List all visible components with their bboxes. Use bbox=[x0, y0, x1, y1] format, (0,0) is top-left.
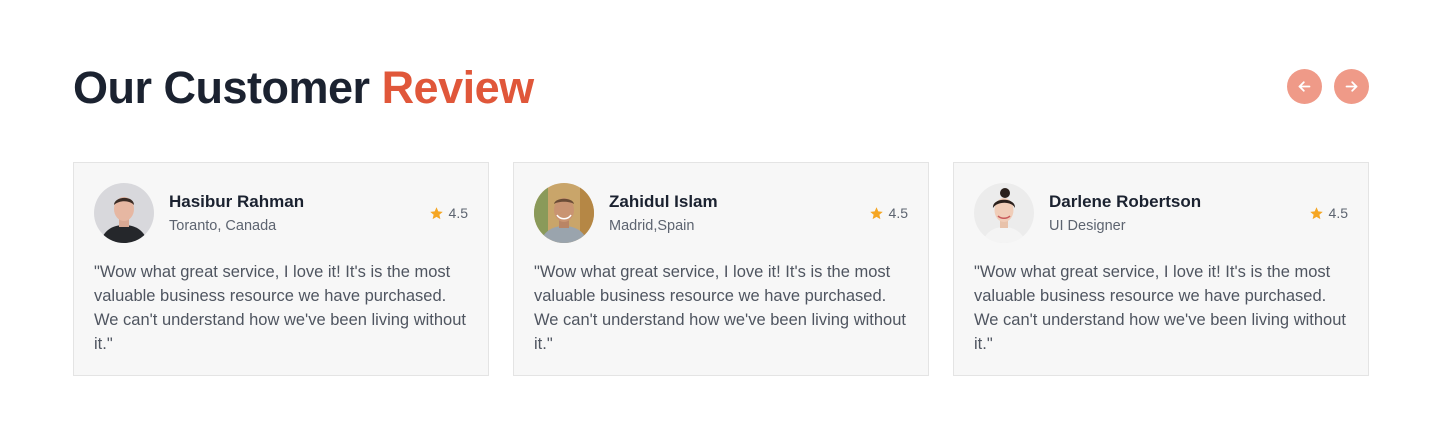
review-card-header: Zahidul Islam Madrid,Spain 4.5 bbox=[534, 183, 908, 243]
rating: 4.5 bbox=[869, 205, 908, 221]
review-card: Hasibur Rahman Toranto, Canada 4.5 "Wow … bbox=[73, 162, 489, 376]
reviewer-info: Darlene Robertson UI Designer bbox=[1049, 191, 1309, 235]
review-card: Darlene Robertson UI Designer 4.5 "Wow w… bbox=[953, 162, 1369, 376]
rating: 4.5 bbox=[1309, 205, 1348, 221]
rating-value: 4.5 bbox=[1328, 205, 1348, 221]
arrow-right-icon bbox=[1345, 81, 1358, 92]
reviewer-name: Darlene Robertson bbox=[1049, 192, 1202, 211]
review-card-header: Darlene Robertson UI Designer 4.5 bbox=[974, 183, 1348, 243]
prev-button[interactable] bbox=[1287, 69, 1322, 104]
carousel-nav bbox=[1287, 69, 1369, 104]
review-cards: Hasibur Rahman Toranto, Canada 4.5 "Wow … bbox=[73, 162, 1369, 376]
reviewer-name: Hasibur Rahman bbox=[169, 192, 305, 211]
reviewer-name: Zahidul Islam bbox=[609, 192, 718, 211]
avatar bbox=[94, 183, 154, 243]
review-text: "Wow what great service, I love it! It's… bbox=[974, 263, 1346, 353]
review-card-header: Hasibur Rahman Toranto, Canada 4.5 bbox=[94, 183, 468, 243]
star-icon bbox=[869, 206, 883, 219]
avatar bbox=[534, 183, 594, 243]
reviewer-info: Hasibur Rahman Toranto, Canada bbox=[169, 191, 429, 235]
title-main: Our Customer bbox=[73, 62, 370, 113]
arrow-left-icon bbox=[1298, 81, 1311, 92]
title-accent: Review bbox=[381, 62, 535, 113]
rating: 4.5 bbox=[429, 205, 468, 221]
section-title: Our Customer Review bbox=[73, 62, 534, 114]
star-icon bbox=[429, 206, 443, 219]
star-icon bbox=[1309, 206, 1323, 219]
reviewer-location: UI Designer bbox=[1049, 218, 1126, 234]
review-text: "Wow what great service, I love it! It's… bbox=[534, 263, 906, 353]
rating-value: 4.5 bbox=[888, 205, 908, 221]
reviewer-info: Zahidul Islam Madrid,Spain bbox=[609, 191, 869, 235]
next-button[interactable] bbox=[1334, 69, 1369, 104]
customer-review-section: Our Customer Review Hasibur Rahman Toran… bbox=[0, 0, 1441, 446]
rating-value: 4.5 bbox=[448, 205, 468, 221]
review-card: Zahidul Islam Madrid,Spain 4.5 "Wow what… bbox=[513, 162, 929, 376]
reviewer-location: Toranto, Canada bbox=[169, 218, 277, 234]
review-text: "Wow what great service, I love it! It's… bbox=[94, 263, 466, 353]
avatar bbox=[974, 183, 1034, 243]
reviewer-location: Madrid,Spain bbox=[609, 218, 695, 234]
